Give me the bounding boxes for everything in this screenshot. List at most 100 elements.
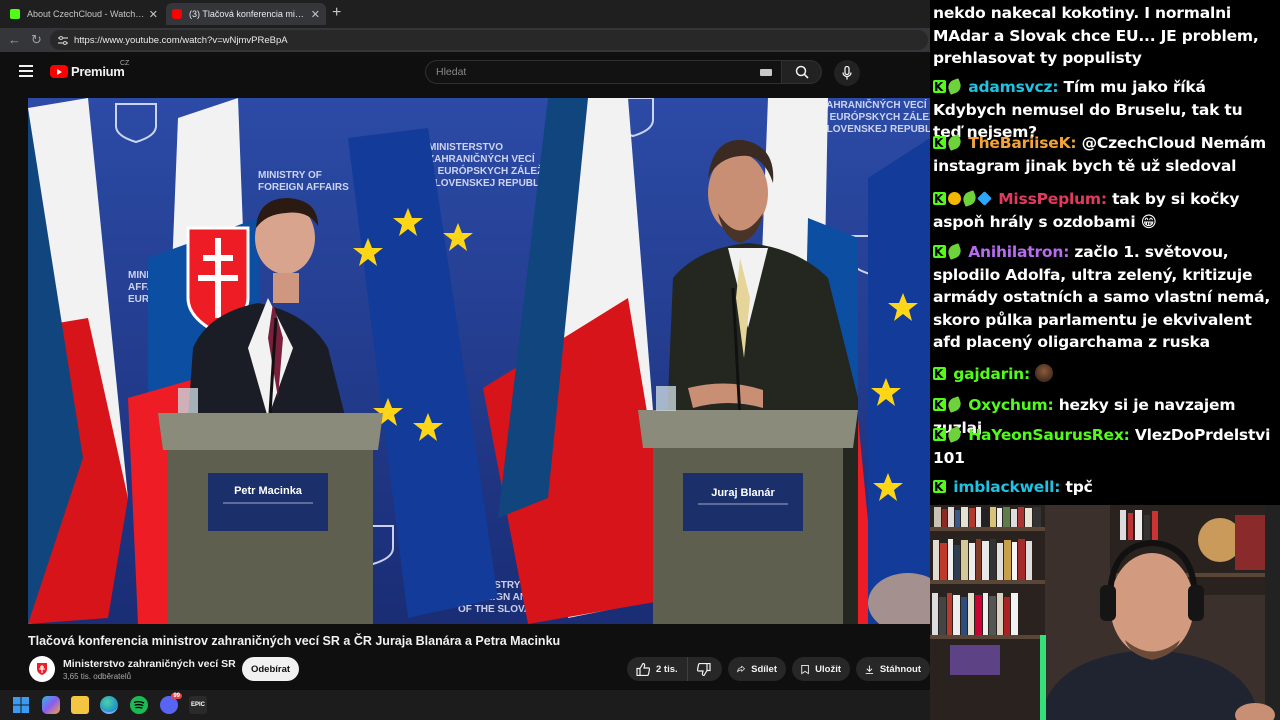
kick-badge-icon	[933, 132, 946, 155]
channel-avatar[interactable]	[29, 656, 55, 682]
new-tab-icon[interactable]: +	[332, 4, 341, 22]
svg-text:A EURÓPSKYCH ZÁLEŽITOSTÍ: A EURÓPSKYCH ZÁLEŽITOSTÍ	[820, 110, 930, 123]
leaf-badge-icon	[946, 134, 963, 151]
browser-tab-bar: About CzechCloud - Watch Live on ✕ (3) T…	[0, 0, 930, 28]
kick-badge-icon	[933, 476, 946, 499]
edge-browser-icon[interactable]	[100, 696, 118, 714]
chat-message: Anihilatron: začlo 1. světovou, splodilo…	[933, 241, 1275, 354]
like-dislike-group: 2 tis.	[627, 657, 722, 681]
share-button[interactable]: Sdílet	[728, 657, 786, 681]
svg-text:MINISTERSTVO: MINISTERSTVO	[428, 142, 503, 153]
like-count: 2 tis.	[656, 663, 678, 675]
face-emote-icon	[1035, 364, 1054, 382]
chat-message: gajdarin:	[933, 363, 1275, 386]
nameplate-left-text: Petr Macinka	[234, 485, 303, 497]
epic-label: EPIC	[190, 702, 205, 708]
back-arrow-icon[interactable]: ←	[8, 32, 21, 47]
svg-text:MINISTRY OF: MINISTRY OF	[258, 170, 322, 181]
copilot-icon[interactable]	[42, 696, 60, 714]
thumbs-down-icon	[696, 662, 711, 676]
kick-badge-icon	[933, 363, 946, 386]
video-player[interactable]: MINISTERSTVO ZAHRANIČNÝCH VECÍ A EURÓPSK…	[28, 98, 930, 624]
youtube-favicon-icon	[172, 9, 182, 19]
chat-message-text: nekdo nakecal kokotiny. I normalni MAdar…	[933, 4, 1259, 67]
close-tab-icon[interactable]: ✕	[311, 8, 320, 21]
chat-username[interactable]: Oxychum	[968, 396, 1047, 414]
gem-badge-icon	[977, 191, 992, 206]
svg-text:FOREIGN AFFAIRS: FOREIGN AFFAIRS	[258, 182, 349, 193]
chat-username[interactable]: MissPeplum	[998, 190, 1101, 208]
svg-text:SLOVENSKEJ REPUBLIKY: SLOVENSKEJ REPUBLIKY	[820, 124, 930, 135]
slovak-crest-icon	[37, 663, 47, 675]
nameplate-right-text: Juraj Blanár	[711, 487, 775, 499]
hamburger-menu-icon[interactable]	[19, 65, 33, 77]
leaf-badge-icon	[961, 190, 978, 207]
leaf-badge-icon	[946, 396, 963, 413]
url-field[interactable]: https://www.youtube.com/watch?v=wNjmvPRe…	[50, 30, 928, 50]
youtube-page: Premium CZ Hledat MINISTERSTVO ZAHRANIČN…	[0, 52, 930, 690]
chat-username[interactable]: gajdarin	[953, 365, 1024, 383]
webcam-frame	[930, 505, 1280, 720]
svg-text:SLOVENSKEJ REPUBLIKY: SLOVENSKEJ REPUBLIKY	[428, 178, 556, 189]
podium-right: Juraj Blanár	[638, 386, 858, 624]
stream-chat: nekdo nakecal kokotiny. I normalni MAdar…	[930, 0, 1280, 505]
streamer-webcam	[930, 505, 1280, 720]
tab-title: (3) Tlačová konferencia ministrov	[189, 9, 307, 19]
tab-title: About CzechCloud - Watch Live on	[27, 9, 145, 19]
screen: About CzechCloud - Watch Live on ✕ (3) T…	[0, 0, 1280, 720]
search-input[interactable]: Hledat	[425, 60, 782, 84]
dislike-button[interactable]	[688, 662, 720, 676]
save-label: Uložit	[815, 663, 841, 675]
download-icon	[865, 664, 874, 674]
discord-notification-badge: 99	[171, 693, 182, 699]
subscriber-count: 3,65 tis. odběratelů	[63, 672, 132, 681]
reload-icon[interactable]: ↻	[31, 32, 42, 48]
youtube-play-icon	[50, 65, 68, 78]
download-button[interactable]: Stáhnout	[856, 657, 930, 681]
discord-icon[interactable]: 99	[160, 693, 182, 714]
search-icon	[795, 65, 809, 79]
chat-username[interactable]: imblackwell	[953, 478, 1054, 496]
search-placeholder: Hledat	[436, 66, 467, 78]
like-button[interactable]: 2 tis.	[627, 657, 688, 681]
region-code: CZ	[120, 60, 130, 67]
tab-czechcloud[interactable]: About CzechCloud - Watch Live on ✕	[4, 3, 164, 25]
download-label: Stáhnout	[879, 663, 921, 675]
spotify-icon[interactable]	[130, 696, 148, 714]
kick-badge-icon	[933, 394, 946, 417]
coin-badge-icon	[948, 192, 961, 205]
subscribe-button[interactable]: Odebírat	[242, 657, 299, 681]
keyboard-icon[interactable]	[760, 68, 772, 76]
bookshelf-left	[930, 505, 1045, 720]
chat-username[interactable]: adamsvcz	[968, 78, 1052, 96]
youtube-header: Premium CZ Hledat	[0, 52, 930, 92]
thumbs-up-icon	[636, 662, 650, 676]
chat-username[interactable]: TheBariiseK	[968, 134, 1070, 152]
video-title: Tlačová konferencia ministrov zahraničný…	[28, 634, 561, 648]
kick-badge-icon	[933, 188, 946, 211]
kick-badge-icon	[933, 424, 946, 447]
windows-start-icon[interactable]	[12, 696, 30, 714]
microphone-icon	[842, 66, 852, 80]
video-frame: MINISTERSTVO ZAHRANIČNÝCH VECÍ A EURÓPSK…	[28, 98, 930, 624]
share-label: Sdílet	[751, 663, 777, 675]
chat-message: imblackwell: tpč	[933, 476, 1275, 499]
chat-message: MissPeplum: tak by si kočky aspoň hrály …	[933, 188, 1275, 233]
youtube-premium-logo[interactable]: Premium CZ	[50, 60, 129, 79]
tab-youtube-video[interactable]: (3) Tlačová konferencia ministrov ✕	[166, 3, 326, 25]
kick-badge-icon	[933, 76, 946, 99]
channel-name[interactable]: Ministerstvo zahraničných vecí SR	[63, 658, 236, 670]
chat-message-text: tpč	[1065, 478, 1093, 496]
close-tab-icon[interactable]: ✕	[149, 8, 158, 21]
voice-search-button[interactable]	[834, 60, 860, 86]
epic-games-icon[interactable]: EPIC	[189, 696, 207, 714]
url-text: https://www.youtube.com/watch?v=wNjmvPRe…	[74, 34, 288, 46]
file-explorer-icon[interactable]	[71, 696, 89, 714]
site-info-icon[interactable]	[58, 35, 68, 45]
chat-username[interactable]: HaYeonSaurusRex	[968, 426, 1124, 444]
eu-flag-right	[868, 138, 930, 624]
search-button[interactable]	[782, 60, 822, 84]
chat-username[interactable]: Anihilatron	[968, 243, 1063, 261]
save-button[interactable]: Uložit	[792, 657, 850, 681]
kick-favicon-icon	[10, 9, 20, 19]
